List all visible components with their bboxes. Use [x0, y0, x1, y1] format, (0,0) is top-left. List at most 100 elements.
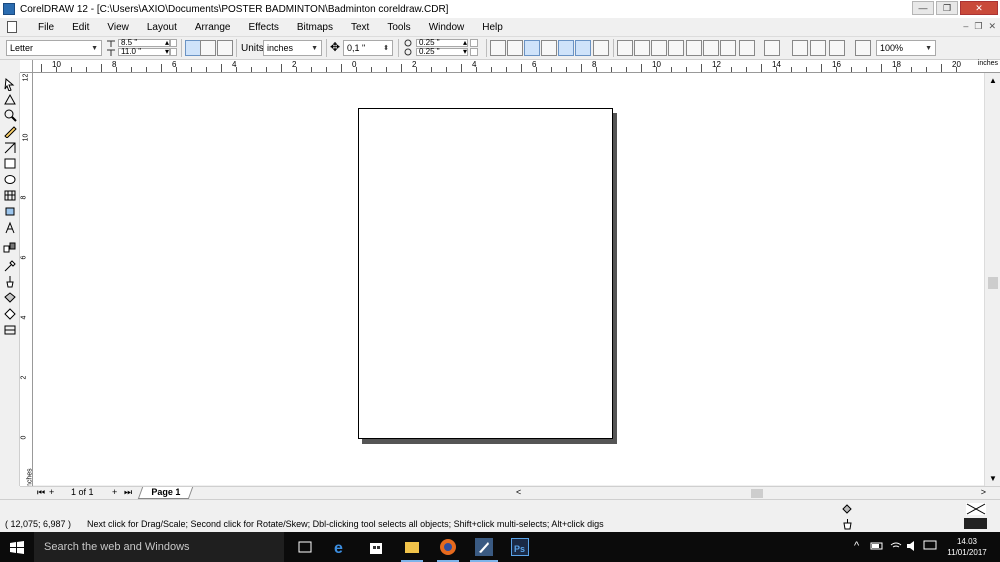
system-clock[interactable]: 14.03 11/01/2017 [944, 536, 990, 558]
spin-arrows-icon[interactable]: ▾ [463, 48, 467, 56]
spin-arrows-icon[interactable]: ▴ [165, 39, 169, 47]
all-pages-icon[interactable] [217, 40, 233, 56]
mesh-fill-tool-icon[interactable] [3, 323, 17, 336]
dynamic-guides-icon[interactable] [541, 40, 557, 56]
drawing-canvas[interactable] [33, 73, 984, 485]
scrollbar-thumb[interactable] [751, 489, 763, 498]
redo-icon[interactable] [764, 40, 780, 56]
interactive-blend-tool-icon[interactable] [3, 241, 17, 254]
photoshop-icon[interactable]: Ps [511, 538, 529, 556]
menu-window[interactable]: Window [420, 22, 474, 33]
export-icon[interactable] [810, 40, 826, 56]
menu-view[interactable]: View [98, 22, 138, 33]
eyedropper-tool-icon[interactable] [3, 259, 17, 272]
options-icon[interactable] [593, 40, 609, 56]
copy-icon[interactable] [703, 40, 719, 56]
units-select[interactable]: inches ▼ [263, 40, 322, 56]
last-page-button[interactable]: ⏭ [124, 487, 132, 498]
doc-minimize-button[interactable]: – [963, 21, 968, 32]
add-page-before-button[interactable]: + [49, 487, 54, 497]
page-size-select[interactable]: Letter ▼ [6, 40, 102, 56]
spin-arrows-icon[interactable]: ▾ [165, 48, 169, 56]
zoom-select[interactable]: 100% ▼ [876, 40, 936, 56]
duplicate-x-field[interactable]: 0.25 " ▴ [416, 39, 468, 47]
corel-online-icon[interactable] [855, 40, 871, 56]
horizontal-scrollbar[interactable]: < > [516, 487, 986, 499]
vertical-ruler[interactable]: inches 12 10 8 6 4 2 0 [20, 73, 34, 489]
close-button[interactable]: ✕ [960, 1, 998, 15]
notification-icon[interactable] [923, 540, 937, 552]
basic-shapes-tool-icon[interactable] [3, 205, 17, 218]
windows-logo-icon[interactable] [10, 541, 24, 554]
document-icon[interactable] [7, 21, 17, 33]
document-page[interactable] [358, 108, 613, 439]
freehand-tool-icon[interactable] [3, 125, 17, 139]
coreldraw-icon[interactable] [475, 538, 493, 556]
file-explorer-icon[interactable] [403, 538, 421, 556]
text-tool-icon[interactable] [3, 221, 17, 234]
menu-tools[interactable]: Tools [378, 22, 419, 33]
save-icon[interactable] [651, 40, 667, 56]
new-icon[interactable] [617, 40, 633, 56]
ellipse-tool-icon[interactable] [3, 173, 17, 186]
spin-arrows-icon[interactable]: ▴ [463, 39, 467, 47]
doc-close-button[interactable]: ✕ [988, 21, 996, 32]
no-fill-swatch[interactable] [966, 503, 986, 515]
shape-tool-icon[interactable] [3, 93, 17, 106]
page-width-field[interactable]: 8.5 " ▴ [118, 39, 170, 47]
edge-icon[interactable]: e [332, 538, 350, 557]
duplicate-y-spinner[interactable] [470, 48, 478, 56]
tray-chevron-icon[interactable]: ^ [854, 540, 859, 552]
open-icon[interactable] [634, 40, 650, 56]
landscape-icon[interactable] [200, 40, 216, 56]
import-icon[interactable] [792, 40, 808, 56]
snap-to-guidelines-icon[interactable] [507, 40, 523, 56]
draw-object-icon[interactable] [575, 40, 591, 56]
battery-icon[interactable] [870, 540, 884, 552]
search-box[interactable]: Search the web and Windows [34, 532, 284, 562]
outline-tool-icon[interactable] [3, 275, 17, 288]
firefox-icon[interactable] [439, 538, 457, 556]
store-icon[interactable] [367, 538, 385, 556]
wifi-icon[interactable] [889, 540, 903, 552]
scrollbar-thumb[interactable] [988, 277, 998, 289]
coreldraw-app-icon[interactable] [3, 3, 15, 15]
menu-help[interactable]: Help [473, 22, 512, 33]
horizontal-ruler[interactable]: inches 10 8 6 4 2 0 2 4 6 8 10 12 14 16 18 20 [33, 60, 1000, 73]
portrait-icon[interactable] [185, 40, 201, 56]
spin-arrows-icon[interactable]: ⬍ [383, 44, 389, 52]
page-height-field[interactable]: 11.0 " ▾ [118, 48, 170, 56]
menu-edit[interactable]: Edit [63, 22, 98, 33]
application-launcher-icon[interactable] [829, 40, 845, 56]
snap-to-grid-icon[interactable] [490, 40, 506, 56]
pick-tool-icon[interactable] [3, 77, 17, 92]
width-spinner[interactable] [170, 39, 177, 47]
task-view-icon[interactable] [296, 538, 314, 556]
cut-icon[interactable] [686, 40, 702, 56]
menu-effects[interactable]: Effects [239, 22, 287, 33]
interactive-fill-tool-icon[interactable] [3, 307, 17, 320]
menu-file[interactable]: File [29, 22, 63, 33]
smart-fill-tool-icon[interactable] [3, 141, 17, 154]
volume-icon[interactable] [906, 540, 920, 552]
page-tab[interactable]: Page 1 [137, 487, 194, 499]
rectangle-tool-icon[interactable] [3, 157, 17, 170]
restore-button[interactable]: ❐ [936, 1, 958, 15]
duplicate-y-field[interactable]: 0.25 " ▾ [416, 48, 468, 56]
minimize-button[interactable]: — [912, 1, 934, 15]
graph-paper-tool-icon[interactable] [3, 189, 17, 202]
first-page-button[interactable]: ⏮ [37, 487, 45, 498]
ruler-origin[interactable] [20, 60, 33, 73]
menu-layout[interactable]: Layout [138, 22, 186, 33]
scroll-up-icon[interactable]: ▲ [989, 76, 997, 85]
outline-color-swatch[interactable] [964, 518, 987, 529]
menu-bitmaps[interactable]: Bitmaps [288, 22, 342, 33]
snap-to-objects-icon[interactable] [524, 40, 540, 56]
zoom-tool-icon[interactable] [3, 109, 17, 122]
paste-icon[interactable] [720, 40, 736, 56]
doc-restore-button[interactable]: ❐ [974, 21, 982, 32]
scroll-right-icon[interactable]: > [981, 487, 986, 497]
undo-icon[interactable] [739, 40, 755, 56]
add-page-after-button[interactable]: + [112, 487, 117, 497]
print-icon[interactable] [668, 40, 684, 56]
